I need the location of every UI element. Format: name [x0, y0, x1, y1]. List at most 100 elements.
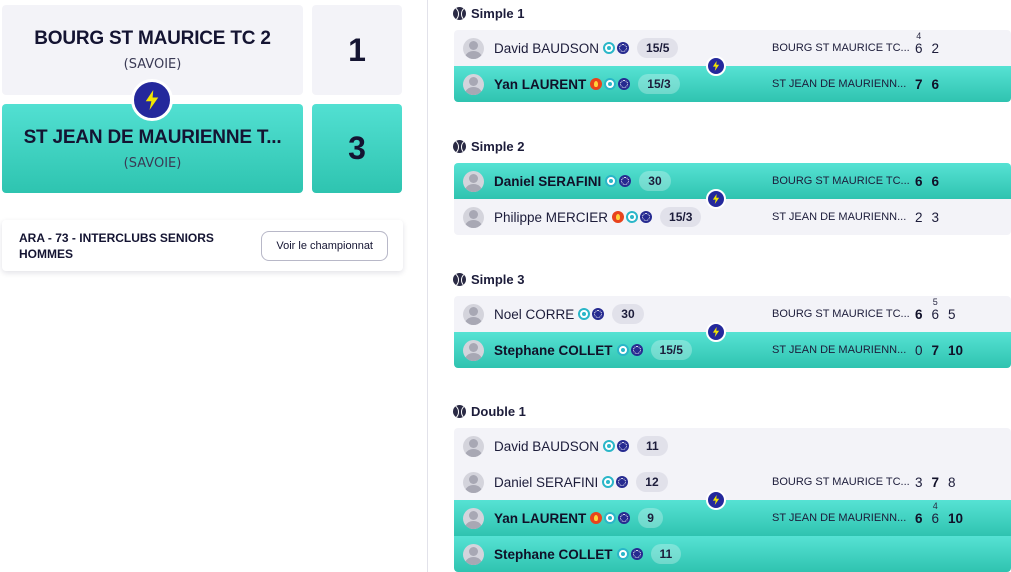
teal-badge-icon	[616, 344, 629, 356]
set-score: 6	[931, 76, 940, 92]
player-name[interactable]: Yan LAURENT	[494, 511, 586, 526]
team-club-label: ST JEAN DE MAURIENN...	[772, 211, 907, 223]
tennis-ball-icon	[453, 140, 466, 153]
team-region-home: (SAVOIE)	[123, 57, 182, 72]
tennis-ball-icon	[453, 273, 466, 286]
set-scores: 23	[915, 210, 939, 225]
player-row: Stephane COLLET 15/5 ST JEAN DE MAURIENN..…	[454, 332, 1011, 368]
match-title: Simple 2	[453, 139, 524, 154]
teal-badge-icon	[603, 440, 616, 452]
set-score: 3	[915, 474, 923, 490]
blue-badge-icon	[630, 548, 643, 560]
set-score: 6	[931, 173, 940, 189]
tiebreak-score: 4	[916, 30, 922, 41]
player-name[interactable]: Stephane COLLET	[494, 343, 613, 358]
player-rank: 15/3	[660, 207, 702, 227]
set-score: 5	[948, 306, 956, 322]
avatar-placeholder-icon	[463, 339, 484, 361]
avatar-placeholder-icon	[463, 73, 484, 95]
match-sheet: BOURG ST MAURICE TC 2 (SAVOIE) 1 ST JEAN…	[0, 0, 1011, 572]
tennis-ball-icon	[453, 405, 466, 418]
player-name[interactable]: Daniel SERAFINI	[494, 475, 598, 490]
player-name[interactable]: David BAUDSON	[494, 41, 599, 56]
teal-badge-icon	[578, 308, 591, 320]
player-name[interactable]: Daniel SERAFINI	[494, 174, 601, 189]
blue-badge-icon	[618, 512, 631, 524]
team-name-home: BOURG ST MAURICE TC 2	[34, 28, 271, 49]
tennis-ball-icon	[453, 7, 466, 20]
team-club-label: ST JEAN DE MAURIENN...	[772, 344, 907, 356]
lightning-bolt-icon	[131, 79, 173, 121]
team-club-label: BOURG ST MAURICE TC...	[772, 308, 910, 320]
player-badges	[603, 440, 630, 452]
match-title-label: Simple 2	[471, 139, 525, 154]
teal-badge-icon	[604, 512, 617, 524]
teal-badge-icon	[616, 548, 629, 560]
set-score: 7	[931, 474, 940, 490]
avatar-placeholder-icon	[463, 507, 484, 529]
player-name[interactable]: Stephane COLLET	[494, 547, 613, 562]
player-row: David BAUDSON 15/5 BOURG ST MAURICE TC... 6…	[454, 30, 1011, 66]
player-rank: 9	[638, 508, 663, 528]
player-rank: 11	[650, 544, 682, 564]
player-row: Yan LAURENT 9 ST JEAN DE MAURIENN... 6 6 4 10	[454, 500, 1011, 536]
set-score: 64	[931, 500, 940, 526]
lightning-bolt-icon	[706, 189, 726, 209]
avatar-placeholder-icon	[463, 206, 484, 228]
player-badges	[612, 211, 653, 223]
set-score: 8	[948, 474, 956, 490]
blue-badge-icon	[640, 211, 653, 223]
set-scores: 0 7 10	[915, 343, 963, 358]
lightning-bolt-icon	[706, 490, 726, 510]
match-title: Simple 1	[453, 6, 524, 21]
blue-badge-icon	[592, 308, 605, 320]
flame-badge-icon	[590, 512, 603, 524]
player-name[interactable]: David BAUDSON	[494, 439, 599, 454]
set-scores: 64 2	[915, 31, 940, 56]
blue-badge-icon	[616, 476, 629, 488]
set-score: 0	[915, 342, 923, 358]
player-name[interactable]: Yan LAURENT	[494, 77, 586, 92]
avatar-placeholder-icon	[463, 543, 484, 565]
set-score: 2	[915, 209, 923, 225]
set-score: 6	[915, 173, 923, 189]
set-scores: 6655	[915, 297, 956, 322]
player-row: Stephane COLLET 11	[454, 536, 1011, 572]
set-score: 7	[931, 342, 940, 358]
avatar-placeholder-icon	[463, 303, 484, 325]
teal-badge-icon	[603, 42, 616, 54]
player-rank: 30	[612, 304, 644, 324]
player-name[interactable]: Noel CORRE	[494, 307, 574, 322]
player-name[interactable]: Philippe MERCIER	[494, 210, 608, 225]
avatar-placeholder-icon	[463, 170, 484, 192]
player-row: Noel CORRE 30 BOURG ST MAURICE TC... 6 6 5 5	[454, 296, 1011, 332]
avatar-placeholder-icon	[463, 435, 484, 457]
set-scores: 378	[915, 475, 956, 490]
player-rank: 12	[636, 472, 668, 492]
view-championship-button[interactable]: Voir le championnat	[261, 230, 388, 261]
blue-badge-icon	[630, 344, 643, 356]
match-title-label: Double 1	[471, 404, 526, 419]
match-title: Simple 3	[453, 272, 524, 287]
player-rank: 15/5	[650, 340, 692, 360]
player-rank: 30	[639, 171, 671, 191]
team-club-label: ST JEAN DE MAURIENN...	[772, 78, 907, 90]
teal-badge-icon	[604, 78, 617, 90]
blue-badge-icon	[617, 42, 630, 54]
team-region-away: (SAVOIE)	[123, 155, 182, 171]
team-score-home: 1	[312, 5, 402, 95]
set-scores: 6 6 4 10	[915, 500, 963, 526]
teal-badge-icon	[602, 476, 615, 488]
player-row: Philippe MERCIER 15/3 ST JEAN DE MAURIENN.…	[454, 199, 1011, 235]
player-badges	[590, 512, 631, 524]
teal-badge-icon	[626, 211, 639, 223]
player-badges	[605, 175, 632, 187]
lightning-bolt-icon	[706, 322, 726, 342]
championship-title: ARA - 73 - INTERCLUBS SENIORS HOMMES	[19, 230, 214, 261]
avatar-placeholder-icon	[463, 37, 484, 59]
set-score: 7	[915, 76, 923, 92]
blue-badge-icon	[617, 440, 630, 452]
set-score: 2	[931, 40, 940, 56]
championship-card: ARA - 73 - INTERCLUBS SENIORS HOMMES Voi…	[2, 220, 403, 271]
lightning-bolt-icon	[706, 56, 726, 76]
